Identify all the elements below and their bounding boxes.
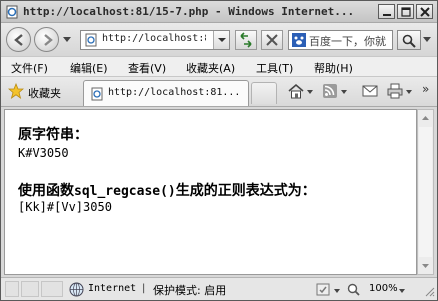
search-options-dropdown[interactable] xyxy=(423,37,431,42)
mail-icon[interactable] xyxy=(361,83,379,99)
history-dropdown-icon[interactable] xyxy=(63,37,71,42)
menu-edit[interactable]: 编辑(E) xyxy=(70,60,108,76)
maximize-button[interactable] xyxy=(397,4,414,19)
page-content: 原字符串： K#V3050 使用函数sql_regcase()生成的正则表达式为… xyxy=(4,109,417,275)
magnifier-icon xyxy=(402,34,416,48)
original-string-value: K#V3050 xyxy=(18,146,69,160)
zoom-dropdown[interactable] xyxy=(399,289,405,293)
status-cell xyxy=(21,281,39,297)
feeds-dropdown[interactable] xyxy=(341,90,347,94)
refresh-icon xyxy=(240,32,252,48)
refresh-button[interactable] xyxy=(235,30,257,50)
forward-arrow-icon xyxy=(44,34,53,46)
regex-result-label: 使用函数sql_regcase()生成的正则表达式为： xyxy=(18,180,316,200)
address-bar[interactable]: http://localhost:8 xyxy=(80,30,230,50)
status-bar: Internet | 保护模式: 启用 100% xyxy=(1,277,437,300)
menu-view[interactable]: 查看(V) xyxy=(128,60,166,76)
home-dropdown[interactable] xyxy=(307,90,313,94)
baidu-paw-icon xyxy=(292,33,306,47)
zoom-level[interactable]: 100% xyxy=(369,283,398,294)
security-zone[interactable]: Internet xyxy=(88,283,136,294)
menu-bar: 文件(F) 编辑(E) 查看(V) 收藏夹(A) 工具(T) 帮助(H) xyxy=(1,56,437,77)
chevron-more-icon[interactable]: » xyxy=(422,82,429,96)
favorites-star-icon[interactable] xyxy=(7,82,25,99)
status-cell xyxy=(5,281,19,297)
ie-page-icon xyxy=(5,5,19,19)
regex-result-value: [Kk]#[Vv]3050 xyxy=(18,200,112,214)
close-button[interactable] xyxy=(416,4,433,19)
scroll-down-arrow-icon[interactable] xyxy=(418,258,433,274)
search-button[interactable] xyxy=(397,30,421,50)
title-bar: http://localhost:81/15-7.php - Windows I… xyxy=(1,1,437,23)
address-input[interactable]: http://localhost:8 xyxy=(102,33,206,44)
menu-tools[interactable]: 工具(T) xyxy=(256,60,293,76)
rss-icon[interactable] xyxy=(321,83,339,99)
menu-file[interactable]: 文件(F) xyxy=(11,60,48,76)
favorites-bar: 收藏夹 http://localhost:81... » xyxy=(1,77,437,107)
regex-label-prefix: 使用函数 xyxy=(18,183,74,199)
printer-icon[interactable] xyxy=(386,83,404,99)
original-string-label: 原字符串： xyxy=(18,127,88,143)
page-icon xyxy=(90,87,104,101)
print-dropdown[interactable] xyxy=(406,90,412,94)
menu-help[interactable]: 帮助(H) xyxy=(314,60,353,76)
stop-button[interactable] xyxy=(261,30,283,50)
new-tab-button[interactable] xyxy=(251,82,277,104)
scroll-track[interactable] xyxy=(419,127,432,257)
forward-button[interactable] xyxy=(34,27,59,52)
zoom-magnifier-icon[interactable] xyxy=(346,282,362,297)
stop-icon xyxy=(266,34,278,46)
vertical-scrollbar[interactable] xyxy=(417,109,434,275)
security-report-icon[interactable] xyxy=(315,282,331,297)
status-cell xyxy=(41,281,63,297)
search-box[interactable]: 百度一下，你就 xyxy=(288,30,393,50)
navigation-bar: http://localhost:8 百度一下，你就 xyxy=(1,23,437,56)
tab-active-page[interactable]: http://localhost:81... xyxy=(83,80,249,106)
resize-grip-icon[interactable] xyxy=(423,285,435,297)
scroll-up-arrow-icon[interactable] xyxy=(418,110,433,126)
tab-title: http://localhost:81... xyxy=(108,87,241,98)
window-title: http://localhost:81/15-7.php - Windows I… xyxy=(23,5,355,18)
home-icon[interactable] xyxy=(287,83,305,99)
security-dropdown[interactable] xyxy=(334,289,340,293)
back-arrow-icon xyxy=(14,34,23,46)
status-separator: | xyxy=(142,283,146,294)
menu-favorites[interactable]: 收藏夹(A) xyxy=(186,60,235,76)
globe-icon xyxy=(69,282,84,297)
browser-window: http://localhost:81/15-7.php - Windows I… xyxy=(0,0,438,301)
regex-label-suffix: 生成的正则表达式为： xyxy=(175,183,316,199)
regex-label-function: sql_regcase() xyxy=(74,184,176,199)
minimize-button[interactable] xyxy=(378,4,395,19)
page-icon xyxy=(84,33,98,47)
protected-mode-status[interactable]: 保护模式: 启用 xyxy=(153,282,226,298)
favorites-label[interactable]: 收藏夹 xyxy=(28,85,61,101)
search-input[interactable]: 百度一下，你就 xyxy=(309,33,386,49)
back-button[interactable] xyxy=(6,27,31,52)
address-dropdown-button[interactable] xyxy=(213,31,229,49)
